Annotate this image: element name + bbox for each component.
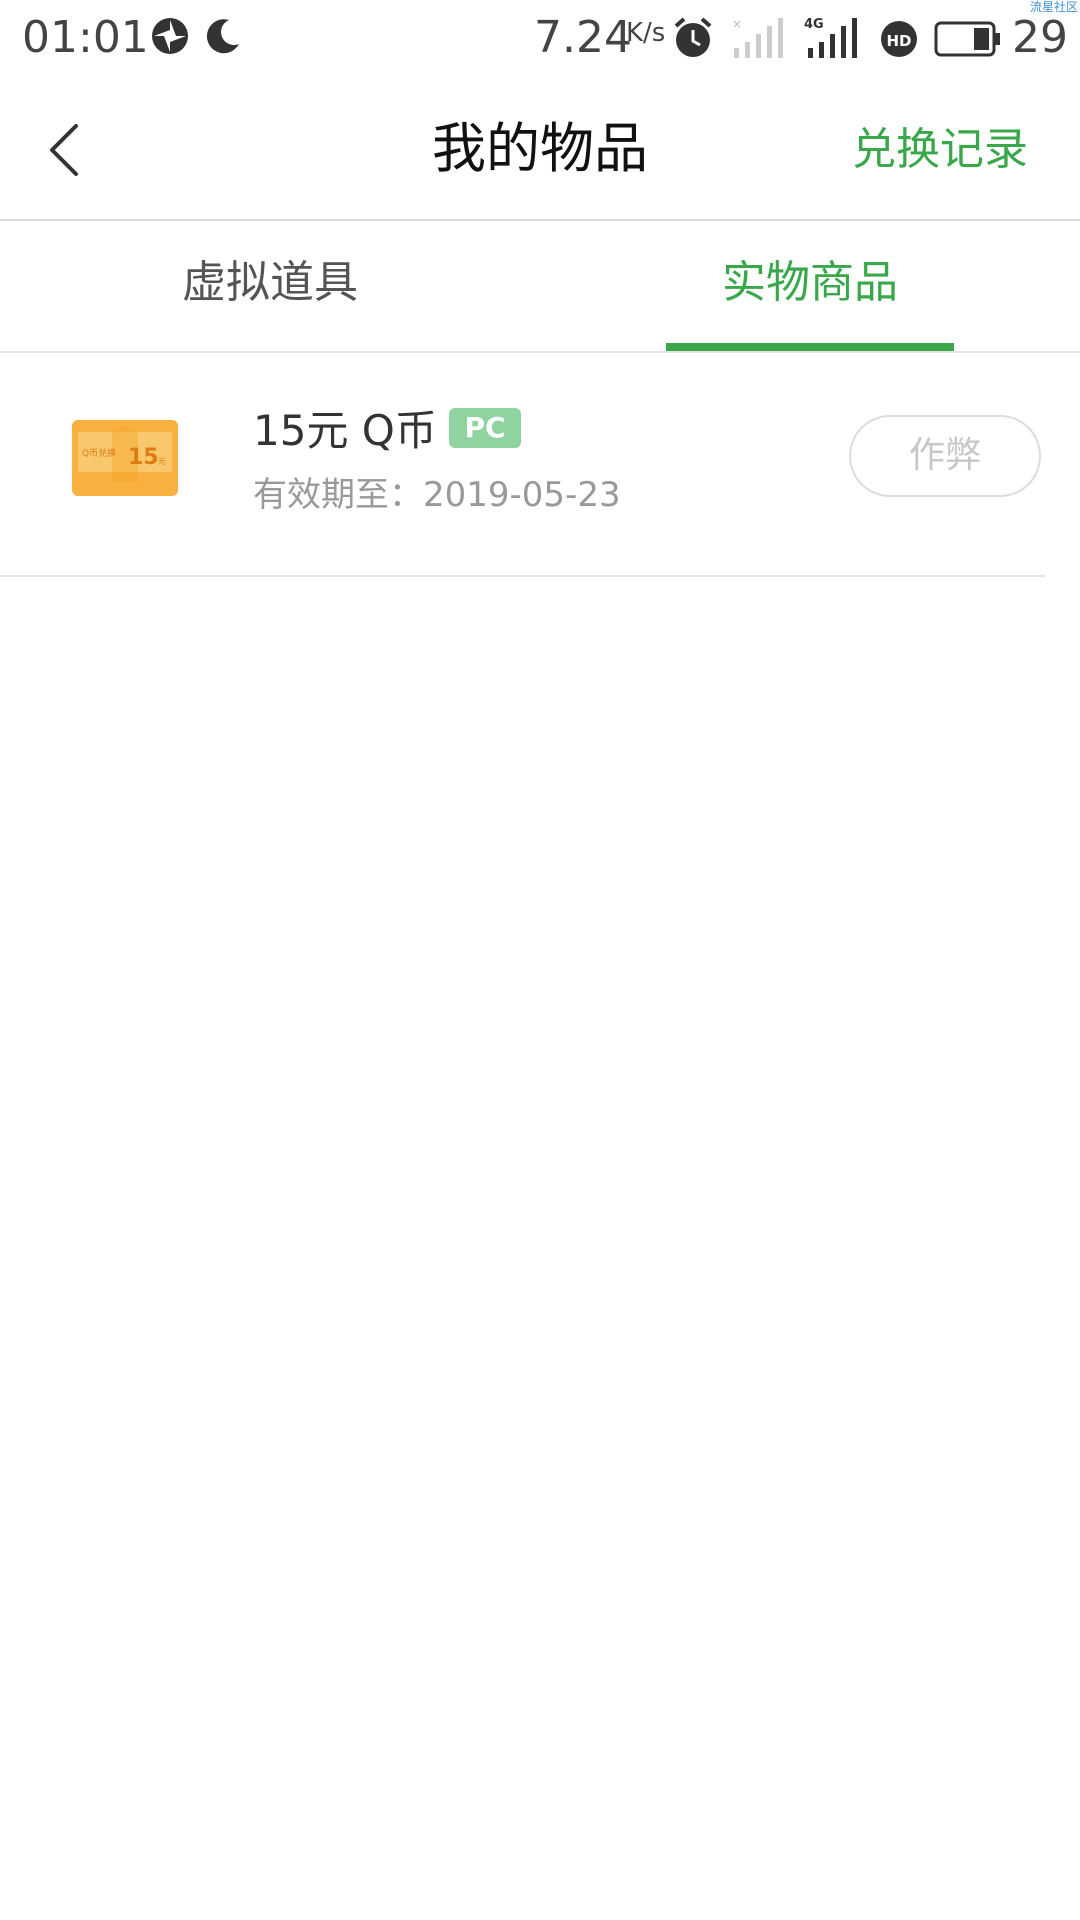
watermark-text: 流星社区: [1029, 0, 1078, 14]
tab-bar: 虚拟道具 实物商品: [0, 221, 1080, 353]
svg-text:×: ×: [732, 18, 742, 31]
signal-empty-icon: ×: [732, 18, 783, 58]
list-item[interactable]: Q币兑换 15 元 15元 Q币 PC 有效期至：2019-05-23 作弊: [0, 353, 1045, 577]
net-speed-unit: K/s: [626, 18, 666, 48]
item-name: 15元 Q币: [253, 406, 437, 455]
status-time: 01:01: [22, 12, 149, 63]
battery-icon: [934, 21, 1000, 57]
tab-physical-goods[interactable]: 实物商品: [540, 251, 1080, 315]
battery-level: 29: [1012, 12, 1068, 63]
svg-text:15: 15: [128, 445, 159, 470]
svg-text:HD: HD: [886, 32, 911, 50]
moon-icon: [206, 19, 239, 54]
platform-badge: PC: [449, 408, 521, 448]
alarm-icon: [674, 17, 712, 57]
status-bar: 01:01 7.24 K/s × 4G HD 29 流星社区: [0, 0, 1080, 80]
item-action-button[interactable]: 作弊: [849, 415, 1041, 497]
exchange-history-link[interactable]: 兑换记录: [852, 118, 1028, 182]
app-screen: 01:01 7.24 K/s × 4G HD 29 流星社区 我的物品 兑换记录…: [0, 0, 1080, 1920]
net-speed: 7.24: [534, 12, 632, 63]
signal-4g-icon: 4G: [804, 17, 857, 58]
item-expiry: 有效期至：2019-05-23: [253, 475, 621, 515]
qcoin-card-icon: Q币兑换 15 元: [72, 420, 178, 496]
tab-virtual-items[interactable]: 虚拟道具: [0, 251, 540, 315]
svg-text:元: 元: [158, 457, 166, 466]
svg-text:Q币兑换: Q币兑换: [82, 447, 116, 459]
active-tab-indicator: [666, 343, 954, 351]
aperture-icon: [152, 18, 188, 54]
nav-header: 我的物品 兑换记录: [0, 80, 1080, 221]
hd-call-icon: HD: [881, 21, 917, 57]
svg-text:4G: 4G: [804, 17, 824, 32]
